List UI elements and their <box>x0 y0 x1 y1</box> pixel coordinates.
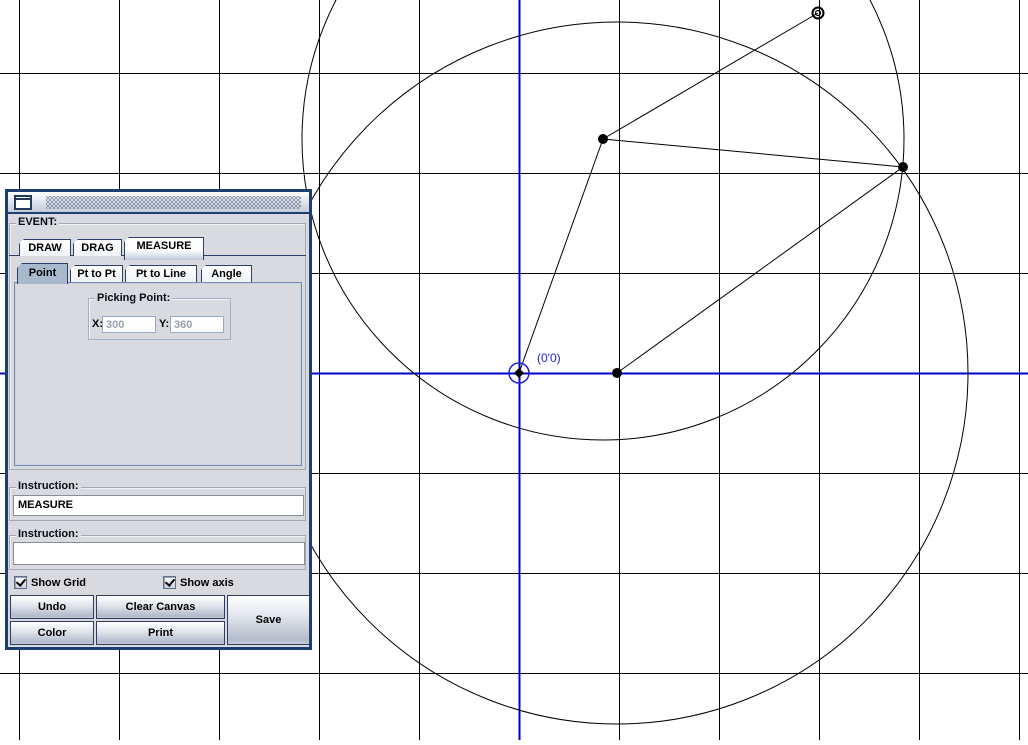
event-group-label: EVENT: <box>16 216 60 228</box>
y-input[interactable] <box>170 316 224 333</box>
color-button[interactable]: Color <box>10 621 94 645</box>
instruction2-label: Instruction: <box>16 528 81 540</box>
subtab-pt-to-line[interactable]: Pt to Line <box>125 265 197 282</box>
x-input[interactable] <box>102 316 156 333</box>
construction-segment[interactable] <box>602 12 819 140</box>
tab-drag[interactable]: DRAG <box>73 239 122 256</box>
construction-point[interactable] <box>612 368 622 378</box>
undo-button[interactable]: Undo <box>10 595 94 619</box>
save-button[interactable]: Save <box>227 595 310 645</box>
show-axis-label: Show axis <box>180 577 234 589</box>
y-label: Y: <box>159 318 170 330</box>
origin-point[interactable] <box>514 368 524 378</box>
construction-point[interactable] <box>898 162 908 172</box>
construction-segment[interactable] <box>518 138 604 374</box>
checkbox-checked-icon <box>14 576 27 589</box>
window-title-bar[interactable] <box>8 192 309 214</box>
window-icon <box>14 195 32 210</box>
clear-canvas-button[interactable]: Clear Canvas <box>96 595 225 619</box>
point-tab-panel: Picking Point: X: Y: <box>14 282 302 466</box>
subtab-point[interactable]: Point <box>17 263 68 284</box>
instruction1-field[interactable]: MEASURE <box>13 495 304 516</box>
instruction2-field[interactable] <box>13 542 305 565</box>
tab-measure[interactable]: MEASURE <box>124 237 204 260</box>
picking-point-group-box: Picking Point: X: Y: <box>88 293 231 340</box>
subtab-angle[interactable]: Angle <box>201 265 252 282</box>
origin-label: (0'0) <box>537 351 561 365</box>
title-bar-grip-texture <box>46 196 301 209</box>
instruction1-label: Instruction: <box>16 480 81 492</box>
picking-point-label: Picking Point: <box>95 292 173 304</box>
measure-tool-window: EVENT: DRAW DRAG MEASURE Point Pt to Pt … <box>5 189 312 650</box>
show-grid-checkbox[interactable]: Show Grid <box>14 576 124 591</box>
subtab-pt-to-pt[interactable]: Pt to Pt <box>70 265 123 282</box>
tab-draw[interactable]: DRAW <box>19 239 71 256</box>
construction-segment[interactable] <box>602 138 904 168</box>
construction-point[interactable] <box>598 134 608 144</box>
show-axis-checkbox[interactable]: Show axis <box>163 576 273 591</box>
show-grid-label: Show Grid <box>31 577 86 589</box>
construction-segment[interactable] <box>616 166 904 374</box>
checkbox-checked-icon <box>163 576 176 589</box>
print-button[interactable]: Print <box>96 621 225 645</box>
